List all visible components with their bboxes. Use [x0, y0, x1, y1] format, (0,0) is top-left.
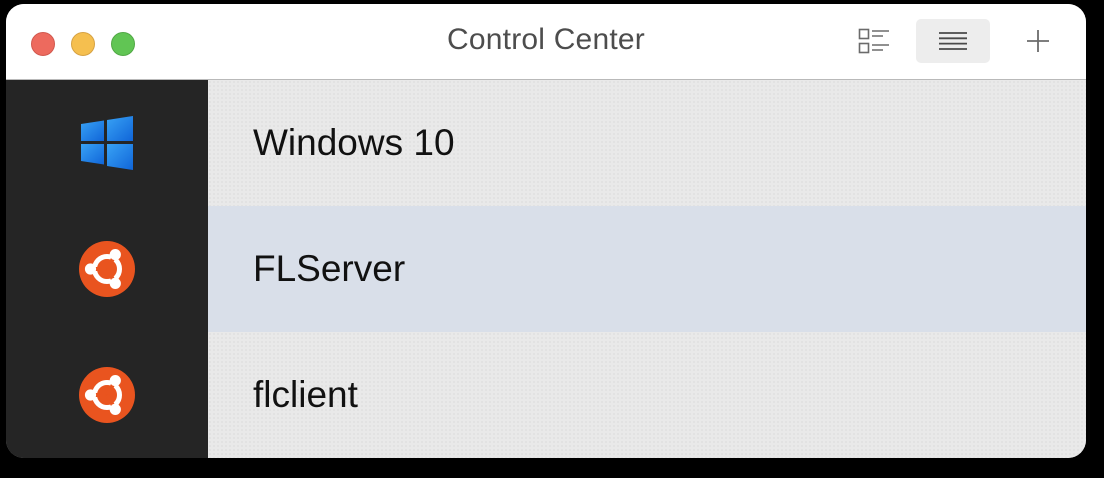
vm-name: Windows 10	[253, 122, 455, 163]
vm-name: FLServer	[253, 248, 406, 289]
vm-row-flclient[interactable]: flclient	[6, 332, 1086, 458]
vm-row-content[interactable]: FLServer	[208, 206, 1086, 332]
vm-row-content[interactable]: flclient	[208, 332, 1086, 458]
vm-row-windows-10[interactable]: Windows 10	[6, 80, 1086, 206]
vm-row-content[interactable]: Windows 10	[208, 80, 1086, 206]
ubuntu-logo-icon	[79, 241, 135, 297]
vm-row-flserver[interactable]: FLServer	[6, 206, 1086, 332]
ubuntu-logo-icon	[79, 367, 135, 423]
grid-view-icon	[858, 28, 889, 54]
control-center-window: Control Center Windows 10 FLServer flcli…	[6, 4, 1086, 458]
grid-view-button[interactable]	[846, 19, 902, 63]
vm-os-icon-cell	[6, 80, 208, 206]
windows-logo-icon	[81, 116, 133, 170]
vm-name: flclient	[253, 374, 358, 415]
vm-os-icon-cell	[6, 206, 208, 332]
plus-icon	[1027, 30, 1049, 52]
list-view-icon	[939, 32, 967, 50]
add-vm-button[interactable]	[1010, 19, 1066, 63]
title-bar[interactable]: Control Center	[6, 4, 1086, 80]
vm-os-icon-cell	[6, 332, 208, 458]
list-view-button[interactable]	[916, 19, 990, 63]
